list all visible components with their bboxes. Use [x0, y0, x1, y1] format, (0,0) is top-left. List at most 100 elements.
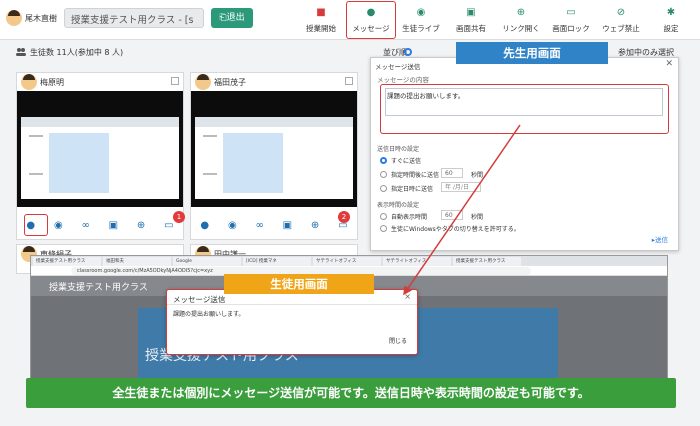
gear-icon: ✱: [666, 6, 676, 18]
window-icon[interactable]: ▭: [164, 220, 173, 231]
sort-radio[interactable]: [404, 48, 412, 56]
close-button[interactable]: 閉じる: [387, 336, 409, 348]
send-button[interactable]: ▸送信: [652, 234, 668, 244]
browser-tab[interactable]: Google: [173, 257, 241, 266]
auto-display-input[interactable]: 60: [441, 210, 463, 220]
eye-icon: ◉: [416, 6, 426, 18]
student-message-dialog: メッセージ送信 × 課題の提出お願いします。 閉じる: [166, 289, 418, 355]
monitor-share-icon[interactable]: ▣: [283, 220, 292, 231]
exit-icon: ⎗: [219, 13, 227, 23]
radio-selected[interactable]: [380, 157, 387, 164]
monitor-share-icon[interactable]: ▣: [109, 220, 118, 231]
tool-screen-share[interactable]: ▣ 画面共有: [446, 0, 496, 40]
tool-label: リンク開く: [502, 23, 540, 33]
student-screen[interactable]: [17, 91, 183, 207]
date-input[interactable]: 年 /月/日: [441, 182, 481, 192]
tool-label: メッセージ: [352, 23, 390, 33]
radio[interactable]: [380, 185, 387, 192]
chat-bubble-icon[interactable]: ●: [200, 220, 209, 231]
close-icon[interactable]: ×: [404, 292, 411, 301]
tool-settings[interactable]: ✱ 設定: [646, 0, 696, 40]
select-checkbox[interactable]: [345, 77, 353, 85]
card-actions: ● ◉ ∞ ▣ ⊕ ▭: [191, 211, 357, 239]
browser-tab[interactable]: サテライトオフィス: [383, 257, 451, 266]
send-button-label: 送信: [655, 236, 668, 244]
message-label: メッセージの内容: [377, 76, 429, 84]
class-select[interactable]: 授業支援テスト用クラス - [s: [64, 8, 204, 28]
avatar: [21, 74, 37, 90]
link-icon[interactable]: ∞: [82, 220, 90, 231]
send-after-label: 指定時間後に送信: [391, 172, 440, 179]
auto-display-option[interactable]: 自動表示時間: [380, 212, 427, 221]
exit-label: 退出: [226, 13, 245, 23]
tool-screen-lock[interactable]: ▭ 画面ロック: [546, 0, 596, 40]
exit-button[interactable]: ⎗退出: [211, 8, 253, 28]
browser-tab[interactable]: 授業支援テスト用クラス: [33, 257, 101, 266]
browser-tab[interactable]: 授業支援テスト用クラス: [453, 257, 521, 266]
screen-window: [195, 117, 353, 199]
tool-label: 画面共有: [456, 23, 486, 33]
avatar: [195, 74, 211, 90]
tool-class-start[interactable]: ■ 授業開始: [296, 0, 346, 40]
tool-label: 生徒ライブ: [402, 23, 440, 33]
radio[interactable]: [380, 213, 387, 220]
student-screen[interactable]: [191, 91, 357, 207]
allow-switch-option[interactable]: 生徒にWindowsやタブの切り替えを許可する。: [380, 224, 520, 233]
send-time-label: 送信日時の設定: [377, 146, 420, 153]
monitor-share-icon: ▣: [466, 6, 476, 18]
teacher-message-dialog: メッセージ送信 ✕ メッセージの内容 課題の提出お願いします。 送信日時の設定 …: [370, 57, 679, 251]
tool-label: 画面ロック: [552, 23, 590, 33]
eye-icon[interactable]: ◉: [228, 220, 237, 231]
send-after-input[interactable]: 60: [441, 168, 463, 178]
app-root: 尾木直樹 授業支援テスト用クラス - [s ⎗退出 ■ 授業開始 ● メッセージ…: [0, 0, 700, 426]
display-time-label: 表示時間の設定: [377, 202, 420, 209]
student-card[interactable]: 福田茂子 ● ◉ ∞ ▣ ⊕ ▭ 2: [190, 72, 358, 240]
top-bar: 尾木直樹 授業支援テスト用クラス - [s ⎗退出 ■ 授業開始 ● メッセージ…: [0, 0, 700, 40]
send-after-option[interactable]: 指定時間後に送信: [380, 170, 439, 179]
dialog-message: 課題の提出お願いします。: [173, 311, 245, 318]
send-at-option[interactable]: 指定日時に送信: [380, 184, 433, 193]
tool-label: 授業開始: [306, 23, 336, 33]
tool-label: ウェブ禁止: [602, 23, 640, 33]
chat-bubble-icon: ●: [366, 6, 376, 18]
globe-link-icon[interactable]: ⊕: [311, 220, 319, 231]
close-icon[interactable]: ✕: [665, 59, 673, 69]
select-checkbox[interactable]: [171, 77, 179, 85]
browser-tab[interactable]: [ICD] 授業マネ: [243, 257, 311, 266]
radio[interactable]: [380, 171, 387, 178]
browser-tab[interactable]: 福田和夫: [103, 257, 171, 266]
tool-message[interactable]: ● メッセージ: [346, 1, 396, 39]
browser-tabs: 授業支援テスト用クラス 福田和夫 Google [ICD] 授業マネ サテライト…: [31, 256, 667, 266]
browser-tab[interactable]: サテライトオフィス: [313, 257, 381, 266]
allow-switch-label: 生徒にWindowsやタブの切り替えを許可する。: [391, 226, 520, 233]
tool-student-live[interactable]: ◉ 生徒ライブ: [396, 0, 446, 40]
monitor-lock-icon: ▭: [566, 6, 576, 18]
student-screen-banner: 生徒用画面: [224, 274, 374, 294]
stop-square-icon: ■: [316, 6, 326, 18]
globe-link-icon[interactable]: ⊕: [137, 220, 145, 231]
eye-icon[interactable]: ◉: [54, 220, 63, 231]
student-card[interactable]: 梅原明 ● ◉ ∞ ▣ ⊕ ▭ 1: [16, 72, 185, 240]
student-name: 梅原明: [40, 77, 64, 87]
send-after-unit: 秒間: [471, 172, 484, 179]
student-count: 生徒数 11人(参加中 8 人): [30, 48, 124, 57]
auto-display-label: 自動表示時間: [391, 214, 428, 221]
screen-window: [21, 117, 179, 199]
teacher-name: 尾木直樹: [25, 13, 57, 23]
link-icon[interactable]: ∞: [256, 220, 264, 231]
caption-bar: 全生徒または個別にメッセージ送信が可能です。送信日時や表示時間の設定も可能です。: [26, 378, 676, 408]
teacher-screen-banner: 先生用画面: [456, 42, 608, 64]
send-at-label: 指定日時に送信: [391, 186, 434, 193]
auto-display-unit: 秒間: [471, 214, 484, 221]
tool-label: 設定: [663, 23, 679, 33]
radio[interactable]: [380, 225, 387, 232]
classroom-name: 授業支援テスト用クラス: [49, 283, 148, 293]
tool-open-link[interactable]: ⊕ リンク開く: [496, 0, 546, 40]
send-now-option[interactable]: すぐに送信: [380, 156, 421, 165]
tool-web-block[interactable]: ⊘ ウェブ禁止: [596, 0, 646, 40]
toolbar: ■ 授業開始 ● メッセージ ◉ 生徒ライブ ▣ 画面共有 ⊕ リンク開く ▭ …: [296, 0, 696, 40]
student-name: 福田茂子: [214, 77, 246, 87]
globe-block-icon: ⊘: [616, 6, 626, 18]
teacher-profile[interactable]: 尾木直樹: [6, 10, 57, 26]
globe-link-icon: ⊕: [516, 6, 526, 18]
